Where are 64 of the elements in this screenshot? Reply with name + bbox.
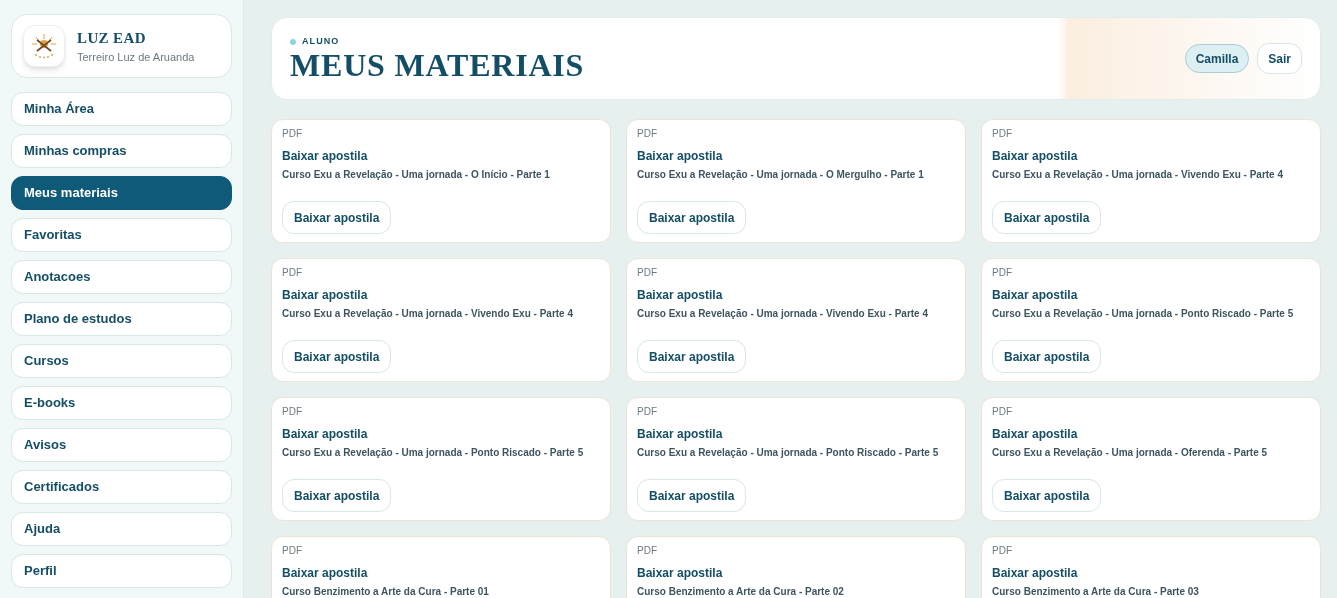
file-type-label: PDF — [992, 266, 1013, 280]
download-button[interactable]: Baixar apostila — [992, 479, 1102, 512]
download-button[interactable]: Baixar apostila — [282, 479, 392, 512]
sidebar-item[interactable]: Meus materiais — [11, 176, 232, 210]
material-title: Baixar apostila — [637, 148, 724, 165]
material-title: Baixar apostila — [282, 426, 369, 443]
course-name: Curso Exu a Revelação - Uma jornada - Vivendo Exu - Parte 4 — [992, 169, 1285, 181]
course-name: Curso Exu a Revelação - Uma jornada - O Mergulho - Parte 1 — [637, 169, 925, 181]
course-name: Curso Benzimento a Arte da Cura - Parte 01 — [282, 586, 490, 598]
material-title: Baixar apostila — [992, 148, 1079, 165]
course-name: Curso Exu a Revelação - Uma jornada - Vivendo Exu - Parte 4 — [282, 308, 575, 320]
sidebar-item[interactable]: E-books — [11, 386, 232, 420]
sidebar-item[interactable]: Ajuda — [11, 512, 232, 546]
material-title: Baixar apostila — [992, 426, 1079, 443]
file-type-label: PDF — [282, 266, 303, 280]
download-button[interactable]: Baixar apostila — [637, 479, 747, 512]
file-type-label: PDF — [637, 405, 658, 419]
course-name: Curso Exu a Revelação - Uma jornada - O Início - Parte 1 — [282, 169, 551, 181]
sidebar-item[interactable]: Perfil — [11, 554, 232, 588]
material-title: Baixar apostila — [992, 565, 1079, 582]
file-type-label: PDF — [282, 405, 303, 419]
sun-axes-logo-icon — [30, 32, 58, 60]
page-title: MEUS MATERIAIS — [290, 48, 585, 83]
material-title: Baixar apostila — [992, 287, 1079, 304]
course-name: Curso Benzimento a Arte da Cura - Parte 03 — [992, 586, 1200, 598]
course-name: Curso Exu a Revelação - Uma jornada - Ponto Riscado - Parte 5 — [637, 447, 940, 459]
file-type-label: PDF — [637, 127, 658, 141]
sidebar-item[interactable]: Cursos — [11, 344, 232, 378]
sidebar-item[interactable]: Anotacoes — [11, 260, 232, 294]
download-button[interactable]: Baixar apostila — [992, 340, 1102, 373]
logout-button[interactable]: Sair — [1257, 43, 1302, 74]
material-title: Baixar apostila — [282, 565, 369, 582]
download-button[interactable]: Baixar apostila — [637, 340, 747, 373]
course-name: Curso Benzimento a Arte da Cura - Parte 02 — [637, 586, 845, 598]
course-name: Curso Exu a Revelação - Uma jornada - Vivendo Exu - Parte 4 — [637, 308, 930, 320]
material-title: Baixar apostila — [637, 565, 724, 582]
material-title: Baixar apostila — [637, 287, 724, 304]
download-button[interactable]: Baixar apostila — [282, 340, 392, 373]
material-title: Baixar apostila — [637, 426, 724, 443]
download-button[interactable]: Baixar apostila — [282, 201, 392, 234]
file-type-label: PDF — [992, 405, 1013, 419]
sidebar-item[interactable]: Minhas compras — [11, 134, 232, 168]
file-type-label: PDF — [282, 544, 303, 558]
sidebar-item[interactable]: Certificados — [11, 470, 232, 504]
file-type-label: PDF — [992, 544, 1013, 558]
sidebar-item[interactable]: Favoritas — [11, 218, 232, 252]
sidebar-item[interactable]: Minha Área — [11, 92, 232, 126]
section-eyebrow: ALUNO — [302, 34, 340, 48]
file-type-label: PDF — [637, 266, 658, 280]
course-name: Curso Exu a Revelação - Uma jornada - Ponto Riscado - Parte 5 — [992, 308, 1295, 320]
material-title: Baixar apostila — [282, 287, 369, 304]
sidebar-item[interactable]: Plano de estudos — [11, 302, 232, 336]
file-type-label: PDF — [637, 544, 658, 558]
course-name: Curso Exu a Revelação - Uma jornada - Oferenda - Parte 5 — [992, 447, 1269, 459]
download-button[interactable]: Baixar apostila — [637, 201, 747, 234]
user-button[interactable]: Camilla — [1184, 44, 1250, 73]
download-button[interactable]: Baixar apostila — [992, 201, 1102, 234]
brand-subtitle: Terreiro Luz de Aruanda — [77, 50, 195, 65]
file-type-label: PDF — [992, 127, 1013, 141]
course-name: Curso Exu a Revelação - Uma jornada - Ponto Riscado - Parte 5 — [282, 447, 585, 459]
brand-title: LUZ EAD — [77, 28, 147, 48]
material-title: Baixar apostila — [282, 148, 369, 165]
file-type-label: PDF — [282, 127, 303, 141]
sidebar-item[interactable]: Avisos — [11, 428, 232, 462]
